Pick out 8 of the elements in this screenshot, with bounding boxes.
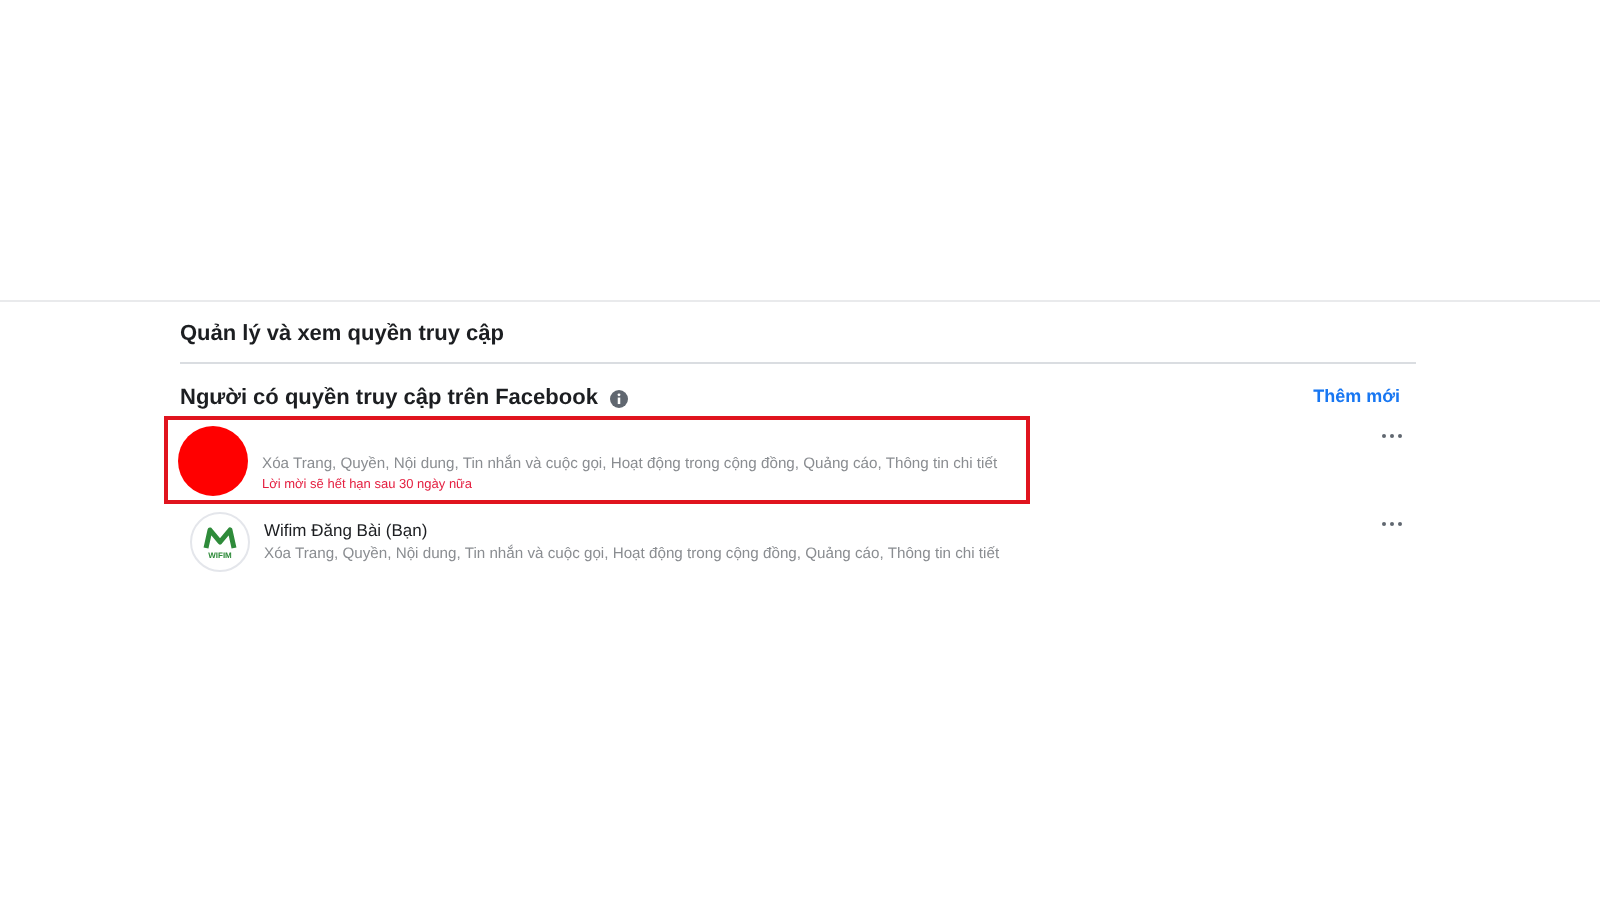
more-options-button[interactable] — [1380, 520, 1404, 528]
add-new-link[interactable]: Thêm mới — [1313, 384, 1400, 412]
subsection-title: Người có quyền truy cập trên Facebook — [180, 383, 598, 414]
more-options-button[interactable] — [1380, 432, 1404, 440]
m-logo-icon — [200, 524, 240, 552]
section-title: Quản lý và xem quyền truy cập — [180, 320, 507, 350]
info-icon[interactable] — [609, 389, 628, 407]
person-name: Wifim Đăng Bài (Bạn) — [264, 520, 430, 542]
